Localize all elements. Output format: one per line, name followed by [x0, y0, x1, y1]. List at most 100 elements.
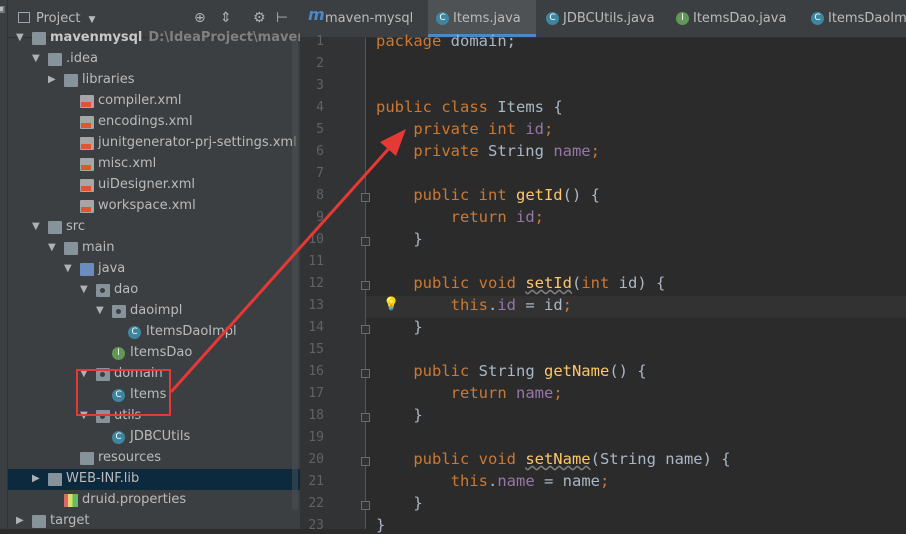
- code-token: = id: [516, 296, 563, 314]
- source-folder-icon: [80, 263, 94, 276]
- annotation-highlight-box: [76, 369, 171, 416]
- code-token: public void: [413, 274, 526, 292]
- project-tree: ▼ mavenmysqlD:\IdeaProject\mavenmysql ▼ .id…: [8, 28, 300, 529]
- line-number: 9: [316, 210, 324, 225]
- xml-file-icon: [80, 200, 94, 213]
- expand-arrow-icon[interactable]: ▼: [48, 242, 58, 253]
- tree-item[interactable]: ▶ target: [8, 511, 300, 529]
- collapse-all-icon[interactable]: ⇕: [220, 10, 232, 26]
- tree-item[interactable]: ▼ mavenmysqlD:\IdeaProject\mavenmysql: [8, 28, 300, 49]
- fold-marker-icon[interactable]: [361, 501, 370, 510]
- xml-file-icon: [80, 158, 94, 171]
- collapse-arrow-icon[interactable]: ▶: [48, 74, 58, 85]
- code-token: .: [487, 472, 498, 490]
- code-token: String: [487, 142, 554, 160]
- code-token: name: [515, 384, 554, 402]
- tree-item[interactable]: C ItemsDaoImpl: [8, 322, 300, 343]
- tree-item-label: workspace.xml: [98, 198, 196, 213]
- code-line: }: [376, 230, 422, 248]
- tree-item[interactable]: junitgenerator-prj-settings.xml: [8, 133, 300, 154]
- side-toolwindow-strip[interactable]: ▣: [0, 0, 8, 529]
- xml-file-icon: [80, 137, 94, 150]
- code-token: ;: [599, 472, 610, 490]
- fold-marker-icon[interactable]: [361, 413, 370, 422]
- fold-marker-icon[interactable]: [361, 325, 370, 334]
- code-token: ;: [590, 142, 600, 160]
- code-token: name: [497, 472, 535, 490]
- tree-item[interactable]: compiler.xml: [8, 91, 300, 112]
- expand-arrow-icon[interactable]: ▼: [32, 221, 42, 232]
- tree-item[interactable]: uiDesigner.xml: [8, 175, 300, 196]
- project-view-selector[interactable]: Project ▼: [18, 11, 95, 26]
- code-line: this.name = name;: [376, 472, 610, 490]
- code-line: this.id = id;: [376, 296, 572, 314]
- code-token: name: [553, 142, 591, 160]
- code-token: (: [571, 274, 582, 292]
- folder-icon: [48, 221, 62, 234]
- code-line: public void setId(int id) {: [376, 274, 665, 292]
- tree-item[interactable]: druid.properties: [8, 490, 300, 511]
- tree-item-label: misc.xml: [98, 156, 157, 171]
- lightbulb-icon[interactable]: 💡: [383, 297, 399, 312]
- line-number: 6: [316, 144, 324, 159]
- gear-icon[interactable]: ⚙: [253, 10, 266, 26]
- code-line: }: [376, 494, 422, 512]
- tab-label: Items.java: [453, 11, 521, 26]
- editor-tab[interactable]: C JDBCUtils.java: [538, 0, 666, 37]
- tree-item-label: dao: [114, 282, 139, 297]
- hide-icon[interactable]: ⊢: [276, 10, 288, 26]
- code-line: }: [376, 318, 422, 336]
- expand-arrow-icon[interactable]: ▼: [32, 53, 42, 64]
- code-token: public class: [376, 98, 498, 116]
- interface-icon: I: [112, 347, 125, 360]
- code-token: setId: [525, 274, 572, 292]
- code-token: return: [450, 384, 516, 402]
- collapse-arrow-icon[interactable]: ▶: [32, 473, 42, 484]
- fold-marker-icon[interactable]: [361, 369, 370, 378]
- code-token: ;: [534, 208, 544, 226]
- collapse-arrow-icon[interactable]: ▶: [16, 515, 26, 526]
- code-token: private int: [413, 120, 526, 138]
- line-number: 18: [308, 408, 324, 423]
- tree-item[interactable]: ▼ main: [8, 238, 300, 259]
- tree-item[interactable]: ▶ WEB-INF.lib: [8, 469, 300, 490]
- fold-marker-icon[interactable]: [361, 237, 370, 246]
- code-token: this: [450, 296, 488, 314]
- tree-scrollbar[interactable]: [292, 40, 298, 510]
- expand-arrow-icon[interactable]: ▼: [64, 263, 74, 274]
- expand-arrow-icon[interactable]: ▼: [96, 305, 106, 316]
- code-line: private String name;: [376, 142, 600, 160]
- tree-item[interactable]: ▼ daoimpl: [8, 301, 300, 322]
- expand-arrow-icon[interactable]: ▼: [16, 32, 26, 43]
- tree-item[interactable]: ▶ libraries: [8, 70, 300, 91]
- tree-item[interactable]: misc.xml: [8, 154, 300, 175]
- tree-item[interactable]: ▼ .idea: [8, 49, 300, 70]
- locate-icon[interactable]: ⊕: [194, 10, 206, 26]
- expand-arrow-icon[interactable]: ▼: [80, 284, 90, 295]
- fold-marker-icon[interactable]: [361, 457, 370, 466]
- code-token: (String name) {: [590, 450, 731, 468]
- tree-item[interactable]: I ItemsDao: [8, 343, 300, 364]
- tree-item-label: compiler.xml: [98, 93, 182, 108]
- line-number: 1: [316, 34, 324, 49]
- tree-item[interactable]: ▼ java: [8, 259, 300, 280]
- editor-tab[interactable]: I ItemsDao.java: [668, 0, 801, 37]
- code-token: this: [450, 472, 488, 490]
- tree-item[interactable]: ▼ src: [8, 217, 300, 238]
- tree-item[interactable]: C JDBCUtils: [8, 427, 300, 448]
- editor-tab[interactable]: C ItemsDaoImp: [803, 0, 906, 37]
- code-line: public int getId() {: [376, 186, 600, 204]
- tree-item[interactable]: ▼ dao: [8, 280, 300, 301]
- tree-item-label: druid.properties: [82, 492, 187, 507]
- fold-marker-icon[interactable]: [361, 193, 370, 202]
- tree-item[interactable]: encodings.xml: [8, 112, 300, 133]
- class-icon: C: [811, 12, 824, 25]
- code-token: getName: [543, 362, 610, 380]
- tree-item[interactable]: resources: [8, 448, 300, 469]
- fold-marker-icon[interactable]: [361, 281, 370, 290]
- line-number: 3: [316, 78, 324, 93]
- tree-item[interactable]: workspace.xml: [8, 196, 300, 217]
